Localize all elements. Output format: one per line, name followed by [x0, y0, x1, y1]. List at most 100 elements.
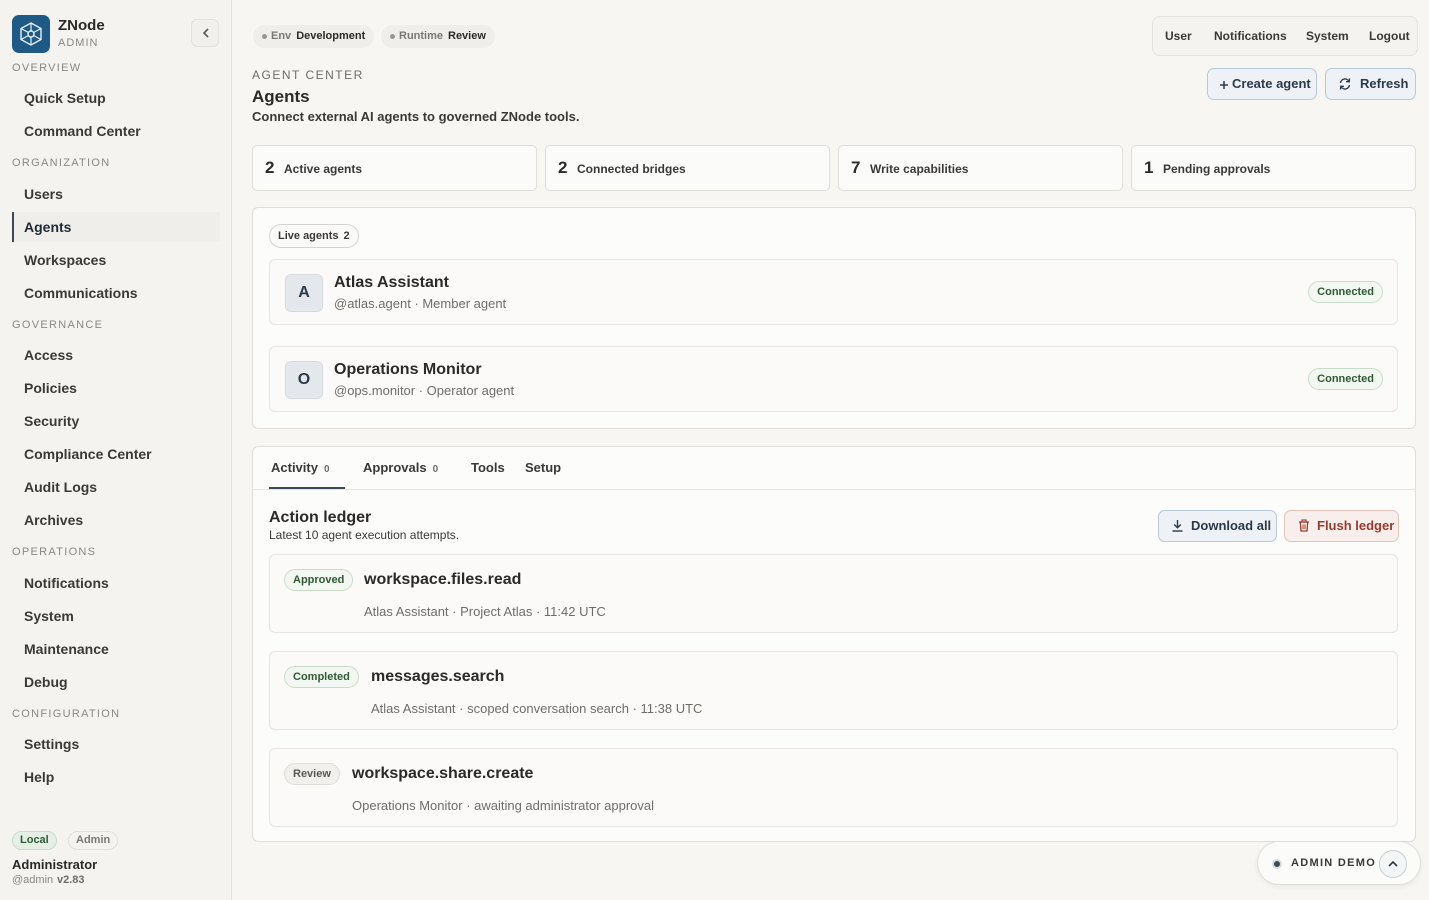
tab-tools[interactable]: Tools — [471, 460, 505, 475]
tab-label: Setup — [525, 460, 562, 475]
sidebar: ZNode ADMIN OVERVIEW Quick Setup Command… — [0, 0, 232, 900]
expand-demo-button[interactable] — [1379, 850, 1407, 878]
status-badge: Connected — [1308, 281, 1383, 303]
chevron-up-icon — [1388, 860, 1398, 867]
trash-icon — [1299, 519, 1309, 532]
stat-label: Connected bridges — [577, 162, 686, 176]
status-dot-icon — [390, 34, 395, 39]
tab-label: Tools — [471, 460, 505, 475]
stat-value: 7 — [851, 158, 861, 177]
agent-name: Atlas Assistant — [334, 274, 449, 291]
sidebar-item-maintenance[interactable]: Maintenance — [12, 634, 220, 664]
avatar: O — [285, 361, 323, 399]
page-title: Agents — [252, 87, 310, 106]
sidebar-item-settings[interactable]: Settings — [12, 729, 220, 759]
collapse-sidebar-button[interactable] — [191, 19, 219, 47]
status-badge: Connected — [1308, 368, 1383, 390]
nav-section-organization: ORGANIZATION — [12, 157, 111, 169]
tab-approvals[interactable]: Approvals 0 — [363, 460, 438, 475]
avatar: A — [285, 274, 323, 312]
env-value: Development — [296, 30, 366, 42]
stat-value: 1 — [1144, 158, 1154, 177]
live-agents-number: 2 — [343, 230, 350, 242]
admin-demo-label: ADMIN DEMO — [1291, 857, 1377, 869]
agent-meta: @atlas.agent · Member agent — [334, 296, 507, 311]
ledger-row[interactable]: Completed messages.search Atlas Assistan… — [269, 651, 1398, 730]
env-pill: Env Development — [253, 25, 375, 48]
ledger-row[interactable]: Approved workspace.files.read Atlas Assi… — [269, 554, 1398, 633]
live-agents-count: Live agents 2 — [269, 224, 359, 248]
ledger-action: workspace.share.create — [352, 765, 534, 782]
create-agent-button[interactable]: Create agent — [1207, 68, 1317, 100]
stat-pending-approvals: 1 Pending approvals — [1131, 145, 1416, 191]
stat-value: 2 — [558, 158, 568, 177]
tab-label: Approvals — [363, 460, 427, 475]
user-handle: @admin — [12, 874, 54, 886]
runtime-key: Runtime — [399, 30, 443, 42]
ledger-action: workspace.files.read — [364, 571, 522, 588]
create-agent-label: Create agent — [1232, 76, 1311, 91]
live-agents-label: Live agents — [278, 230, 339, 242]
tab-setup[interactable]: Setup — [525, 460, 561, 475]
demo-status-dot-icon — [1272, 859, 1282, 869]
download-all-label: Download all — [1191, 518, 1272, 533]
sidebar-item-command-center[interactable]: Command Center — [12, 116, 220, 146]
sidebar-item-communications[interactable]: Communications — [12, 278, 220, 308]
sidebar-item-users[interactable]: Users — [12, 179, 220, 209]
sidebar-item-notifications[interactable]: Notifications — [12, 568, 220, 598]
status-badge: Review — [284, 763, 340, 785]
user-name: Administrator — [12, 857, 98, 872]
sidebar-item-quick-setup[interactable]: Quick Setup — [12, 83, 220, 113]
brand-subtitle: ADMIN — [58, 37, 99, 49]
topnav-user[interactable]: User — [1165, 29, 1192, 43]
refresh-label: Refresh — [1360, 76, 1409, 91]
status-dot-icon — [262, 34, 267, 39]
ledger-meta: Atlas Assistant · scoped conversation se… — [371, 701, 703, 716]
live-agents-panel: Live agents 2 A Atlas Assistant @atlas.ag… — [252, 207, 1416, 429]
sidebar-item-access[interactable]: Access — [12, 340, 220, 370]
download-all-button[interactable]: Download all — [1158, 510, 1277, 542]
agent-row[interactable]: O Operations Monitor @ops.monitor · Oper… — [269, 346, 1398, 412]
stat-label: Active agents — [284, 162, 363, 176]
admin-demo-widget[interactable]: ADMIN DEMO — [1257, 841, 1421, 885]
sidebar-item-security[interactable]: Security — [12, 406, 220, 436]
sidebar-item-debug[interactable]: Debug — [12, 667, 220, 697]
flush-ledger-button[interactable]: Flush ledger — [1284, 510, 1399, 542]
activity-panel: Activity 0 Approvals 0 Tools Setup Action … — [252, 446, 1416, 842]
topnav-logout[interactable]: Logout — [1369, 29, 1410, 43]
runtime-pill: Runtime Review — [381, 25, 495, 48]
brand[interactable]: ZNode ADMIN — [12, 15, 220, 53]
status-badge: Completed — [284, 666, 359, 688]
refresh-icon — [1339, 78, 1351, 90]
sidebar-item-agents[interactable]: Agents — [12, 212, 220, 242]
sidebar-item-archives[interactable]: Archives — [12, 505, 220, 535]
agent-name: Operations Monitor — [334, 361, 482, 378]
agent-row[interactable]: A Atlas Assistant @atlas.agent · Member … — [269, 259, 1398, 325]
sidebar-item-policies[interactable]: Policies — [12, 373, 220, 403]
env-key: Env — [271, 30, 292, 42]
plus-icon — [1220, 81, 1228, 89]
stat-value: 2 — [265, 158, 275, 177]
nav-section-governance: GOVERNANCE — [12, 319, 104, 331]
ledger-row[interactable]: Review workspace.share.create Operations… — [269, 748, 1398, 827]
agent-meta: @ops.monitor · Operator agent — [334, 383, 515, 398]
sidebar-item-help[interactable]: Help — [12, 762, 220, 792]
sidebar-item-audit-logs[interactable]: Audit Logs — [12, 472, 220, 502]
nav-section-configuration: CONFIGURATION — [12, 708, 121, 720]
tab-count: 0 — [432, 464, 439, 475]
topnav-notifications[interactable]: Notifications — [1214, 29, 1287, 43]
local-badge: Local — [12, 831, 57, 850]
tab-activity[interactable]: Activity 0 — [271, 460, 330, 475]
ledger-action: messages.search — [371, 668, 505, 685]
sidebar-item-compliance-center[interactable]: Compliance Center — [12, 439, 220, 469]
refresh-button[interactable]: Refresh — [1325, 68, 1416, 100]
download-icon — [1172, 520, 1183, 532]
tab-bar: Activity 0 Approvals 0 Tools Setup — [253, 447, 1416, 490]
flush-ledger-label: Flush ledger — [1317, 518, 1395, 533]
sidebar-item-system[interactable]: System — [12, 601, 220, 631]
topnav-system[interactable]: System — [1306, 29, 1349, 43]
ledger-subtitle: Latest 10 agent execution attempts. — [269, 528, 460, 542]
sidebar-item-workspaces[interactable]: Workspaces — [12, 245, 220, 275]
znode-logo-icon — [12, 15, 50, 53]
nav-section-overview: OVERVIEW — [12, 62, 82, 74]
